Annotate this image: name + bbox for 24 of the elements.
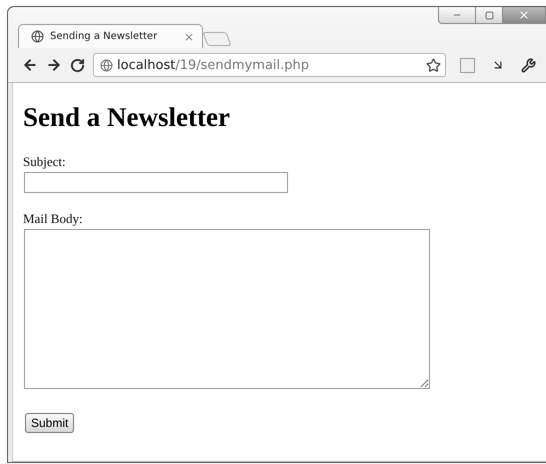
page-heading: Send a Newsletter (23, 102, 231, 133)
maximize-icon (484, 10, 494, 20)
url-path: /19/sendmymail.php (175, 58, 310, 72)
globe-icon (31, 30, 44, 43)
close-button[interactable] (502, 7, 546, 24)
body-field[interactable] (24, 229, 430, 389)
subject-field[interactable] (24, 172, 288, 193)
new-tab-button[interactable] (202, 32, 232, 46)
field-label: Mail Body: (23, 211, 84, 227)
submit-button[interactable]: Submit (25, 413, 74, 433)
url-host: localhost (117, 58, 176, 72)
reload-button[interactable] (70, 58, 85, 72)
tab-title: Sending a Newsletter (50, 31, 158, 42)
browser-tab[interactable]: Sending a Newsletter × (18, 24, 203, 48)
field-label: Subject: (23, 154, 67, 170)
forward-button[interactable] (46, 57, 62, 73)
globe-icon (100, 58, 113, 72)
address-bar[interactable]: localhost/19/sendmymail.php (93, 53, 446, 77)
minimize-button[interactable] (438, 7, 476, 24)
back-button[interactable] (22, 57, 38, 73)
maximize-button[interactable] (475, 7, 503, 24)
close-icon (518, 9, 530, 21)
wrench-icon[interactable] (521, 58, 536, 72)
star-icon[interactable] (426, 58, 441, 72)
